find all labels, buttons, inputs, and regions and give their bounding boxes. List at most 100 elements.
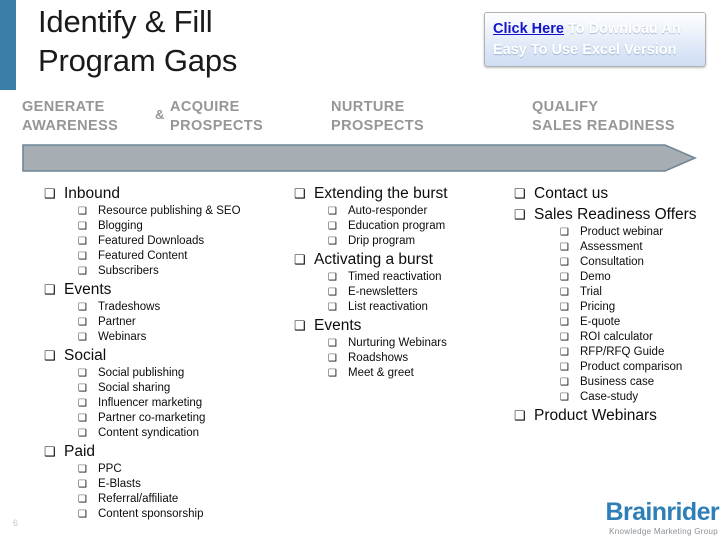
list-item: ❑ ROI calculator: [534, 330, 726, 345]
cta-line-1-rest: To Download An: [563, 21, 681, 37]
group-extending-the-burst: ❑ Extending the burst ❑ Auto-responder ❑ E…: [288, 183, 503, 249]
content-column-generate-acquire: ❑ Inbound ❑ Resource publishing & SEO ❑ Bl…: [38, 183, 288, 522]
page-title-line-2: Program Gaps: [38, 43, 238, 78]
list-item-label: Content syndication: [98, 427, 200, 439]
list-item: ❑ Referral/affiliate: [64, 492, 288, 507]
list-item: ❑ Content sponsorship: [64, 507, 288, 522]
list-item: ❑ Featured Downloads: [64, 234, 288, 249]
list-item: ❑ Subscribers: [64, 264, 288, 279]
group-social: ❑ Social ❑ Social publishing ❑ Social shar…: [38, 345, 288, 441]
list-item: ❑ Nurturing Webinars: [314, 336, 503, 351]
square-bullet-icon: ❑: [560, 317, 569, 328]
square-bullet-icon: ❑: [560, 347, 569, 358]
group-label: Paid: [64, 443, 96, 460]
list-item-label: Partner co-marketing: [98, 412, 206, 424]
sub-item-list: ❑ Resource publishing & SEO ❑ Blogging ❑ Fe…: [64, 204, 288, 279]
stage-header-line-1: QUALIFY: [532, 99, 599, 115]
square-bullet-icon: ❑: [78, 413, 87, 424]
square-bullet-icon: ❑: [560, 257, 569, 268]
list-item-label: Education program: [348, 220, 446, 232]
square-bullet-icon: ❑: [328, 206, 337, 217]
square-bullet-icon: ❑: [560, 377, 569, 388]
list-item-label: RFP/RFQ Guide: [580, 346, 665, 358]
list-item: ❑ E-newsletters: [314, 285, 503, 300]
stage-header-line-2: SALES READINESS: [532, 118, 675, 134]
list-item-label: Roadshows: [348, 352, 409, 364]
square-bullet-icon: ❑: [78, 464, 87, 475]
list-item-label: Nurturing Webinars: [348, 337, 447, 349]
list-item: ❑ Partner: [64, 315, 288, 330]
square-bullet-icon: ❑: [560, 287, 569, 298]
cta-line-1: Click Here To Download An: [493, 19, 705, 40]
stage-header-line-2: AWARENESS: [22, 118, 119, 134]
square-bullet-icon: ❑: [44, 186, 56, 201]
list-item-label: PPC: [98, 463, 122, 475]
list-item: ❑ Product comparison: [534, 360, 726, 375]
group-sales-readiness-offers: ❑ Sales Readiness Offers ❑ Product webina…: [508, 204, 726, 405]
sub-item-list: ❑ PPC ❑ E-Blasts ❑ Referral/affiliate ❑ Cont…: [64, 462, 288, 522]
square-bullet-icon: ❑: [78, 383, 87, 394]
group-paid: ❑ Paid ❑ PPC ❑ E-Blasts ❑ Referral/affiliat…: [38, 441, 288, 522]
list-item-label: ROI calculator: [580, 331, 653, 343]
list-item-label: Tradeshows: [98, 301, 161, 313]
group-events: ❑ Events ❑ Nurturing Webinars ❑ Roadshows …: [288, 315, 503, 381]
square-bullet-icon: ❑: [78, 428, 87, 439]
group-label: Events: [64, 281, 112, 298]
list-item: ❑ Social sharing: [64, 381, 288, 396]
list-item: ❑ E-Blasts: [64, 477, 288, 492]
square-bullet-icon: ❑: [328, 338, 337, 349]
list-item-label: Subscribers: [98, 265, 159, 277]
list-item-label: Content sponsorship: [98, 508, 204, 520]
stage-header-line-2: PROSPECTS: [331, 118, 425, 134]
list-item-label: Product comparison: [580, 361, 683, 373]
list-item-label: List reactivation: [348, 301, 428, 313]
sub-item-list: ❑ Nurturing Webinars ❑ Roadshows ❑ Meet & g…: [314, 336, 503, 381]
sub-item-list: ❑ Tradeshows ❑ Partner ❑ Webinars: [64, 300, 288, 345]
group-label: Sales Readiness Offers: [534, 206, 697, 223]
list-item-label: Referral/affiliate: [98, 493, 179, 505]
list-item: ❑ Education program: [314, 219, 503, 234]
stage-header-line-1: ACQUIRE: [170, 99, 240, 115]
list-item: ❑ Featured Content: [64, 249, 288, 264]
square-bullet-icon: ❑: [328, 302, 337, 313]
list-item: ❑ Business case: [534, 375, 726, 390]
group-label: Contact us: [534, 185, 609, 202]
square-bullet-icon: ❑: [78, 266, 87, 277]
square-bullet-icon: ❑: [560, 272, 569, 283]
list-item-label: Demo: [580, 271, 611, 283]
list-item-label: Webinars: [98, 331, 147, 343]
square-bullet-icon: ❑: [328, 221, 337, 232]
square-bullet-icon: ❑: [294, 252, 306, 267]
list-item: ❑ List reactivation: [314, 300, 503, 315]
sub-item-list: ❑ Auto-responder ❑ Education program ❑ Drip…: [314, 204, 503, 249]
list-item: ❑ Case-study: [534, 390, 726, 405]
list-item-label: Featured Content: [98, 250, 188, 262]
list-item-label: Business case: [580, 376, 655, 388]
brand-name: Brainrider: [605, 498, 720, 526]
click-here-link[interactable]: Click Here: [493, 21, 564, 37]
stage-header-line-1: NURTURE: [331, 99, 405, 115]
square-bullet-icon: ❑: [78, 479, 87, 490]
stage-header-line-1: GENERATE: [22, 99, 105, 115]
group-label: Social: [64, 347, 107, 364]
list-item-label: Pricing: [580, 301, 616, 313]
download-excel-cta-button[interactable]: Click Here To Download An Easy To Use Ex…: [484, 12, 706, 67]
square-bullet-icon: ❑: [560, 392, 569, 403]
square-bullet-icon: ❑: [560, 242, 569, 253]
square-bullet-icon: ❑: [328, 236, 337, 247]
square-bullet-icon: ❑: [78, 251, 87, 262]
square-bullet-icon: ❑: [294, 318, 306, 333]
sub-item-list: ❑ Product webinar ❑ Assessment ❑ Consultati…: [534, 225, 726, 405]
list-item: ❑ Consultation: [534, 255, 726, 270]
group-label: Extending the burst: [314, 185, 448, 202]
group-events: ❑ Events ❑ Tradeshows ❑ Partner ❑ Webinars: [38, 279, 288, 345]
group-inbound: ❑ Inbound ❑ Resource publishing & SEO ❑ Bl…: [38, 183, 288, 279]
square-bullet-icon: ❑: [44, 348, 56, 363]
list-item-label: Timed reactivation: [348, 271, 442, 283]
list-item: ❑ Assessment: [534, 240, 726, 255]
list-item: ❑ Resource publishing & SEO: [64, 204, 288, 219]
cta-line-2: Easy To Use Excel Version: [493, 42, 677, 58]
square-bullet-icon: ❑: [78, 302, 87, 313]
list-item: ❑ Product webinar: [534, 225, 726, 240]
list-item-label: Trial: [580, 286, 602, 298]
